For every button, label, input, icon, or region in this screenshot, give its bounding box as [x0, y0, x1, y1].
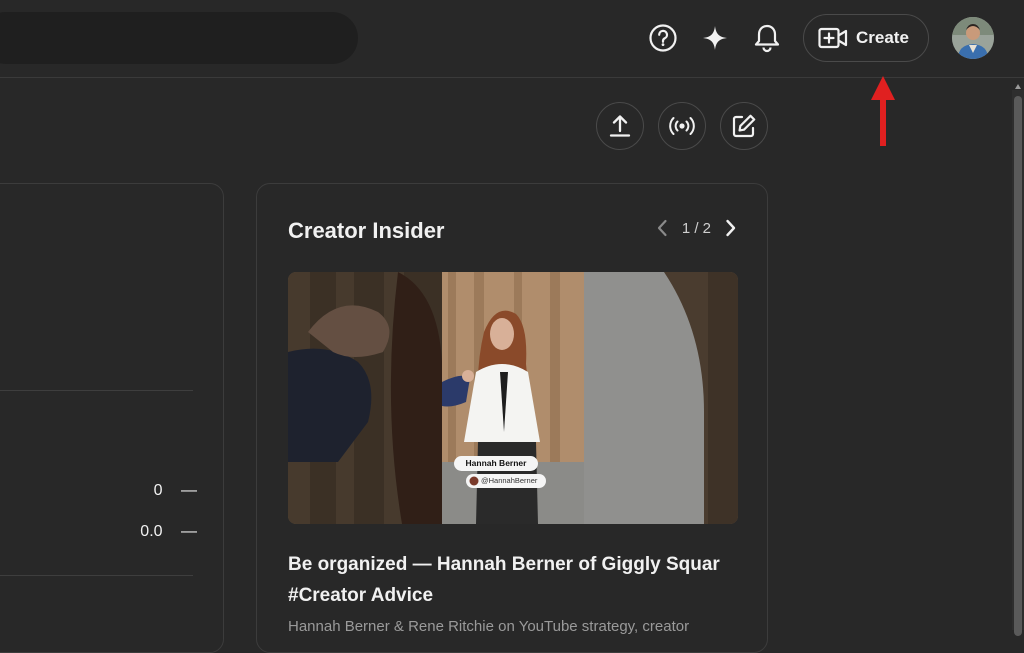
help-button[interactable] — [645, 20, 681, 56]
stat-dash: — — [181, 482, 197, 499]
video-plus-icon — [818, 27, 848, 49]
upload-button[interactable] — [596, 102, 644, 150]
stat-row-2: 0.0 — — [111, 523, 197, 541]
upload-icon — [609, 115, 631, 137]
scrollbar-thumb[interactable] — [1014, 96, 1022, 636]
video-thumbnail[interactable]: Hannah Berner @HannahBerner — [288, 272, 738, 524]
create-button[interactable]: Create — [803, 14, 929, 62]
stat-row-1: 0 — — [131, 482, 197, 500]
top-bar: Create — [0, 0, 1024, 78]
notifications-button[interactable] — [749, 20, 785, 56]
live-icon — [669, 117, 695, 135]
stat-dash: — — [181, 523, 197, 540]
thumbnail-name-tag: Hannah Berner — [465, 458, 527, 468]
stat-value: 0 — [153, 482, 163, 499]
card-divider — [0, 575, 193, 576]
sparkle-icon — [703, 26, 727, 50]
card-title: Creator Insider — [288, 218, 445, 243]
search-input[interactable] — [0, 12, 358, 64]
card-divider — [0, 390, 193, 391]
ai-sparkle-button[interactable] — [697, 20, 733, 56]
help-icon — [649, 24, 677, 52]
create-button-label: Create — [856, 28, 909, 47]
edit-icon — [732, 114, 756, 138]
carousel-pager: 1 / 2 — [656, 218, 737, 238]
bell-icon — [754, 24, 780, 53]
avatar-image — [952, 17, 994, 59]
video-title[interactable]: Be organized — Hannah Berner of Giggly S… — [288, 549, 738, 611]
creator-insider-card: Creator Insider 1 / 2 Hannah Berner @Han… — [256, 183, 768, 653]
account-avatar[interactable] — [952, 17, 994, 59]
stat-value: 0.0 — [140, 523, 163, 540]
create-post-button[interactable] — [720, 102, 768, 150]
video-description: Hannah Berner & Rene Ritchie on YouTube … — [288, 618, 690, 635]
thumbnail-image — [288, 272, 738, 524]
go-live-button[interactable] — [658, 102, 706, 150]
pager-count: 1 / 2 — [681, 219, 711, 237]
chevron-left-icon[interactable] — [656, 218, 668, 238]
chevron-right-icon[interactable] — [725, 218, 737, 238]
thumbnail-handle-tag: @HannahBerner — [481, 476, 538, 485]
analytics-card: 0 — 0.0 — — [0, 183, 224, 653]
scroll-up-arrow-icon[interactable] — [1014, 82, 1022, 92]
annotation-arrow — [871, 76, 895, 146]
